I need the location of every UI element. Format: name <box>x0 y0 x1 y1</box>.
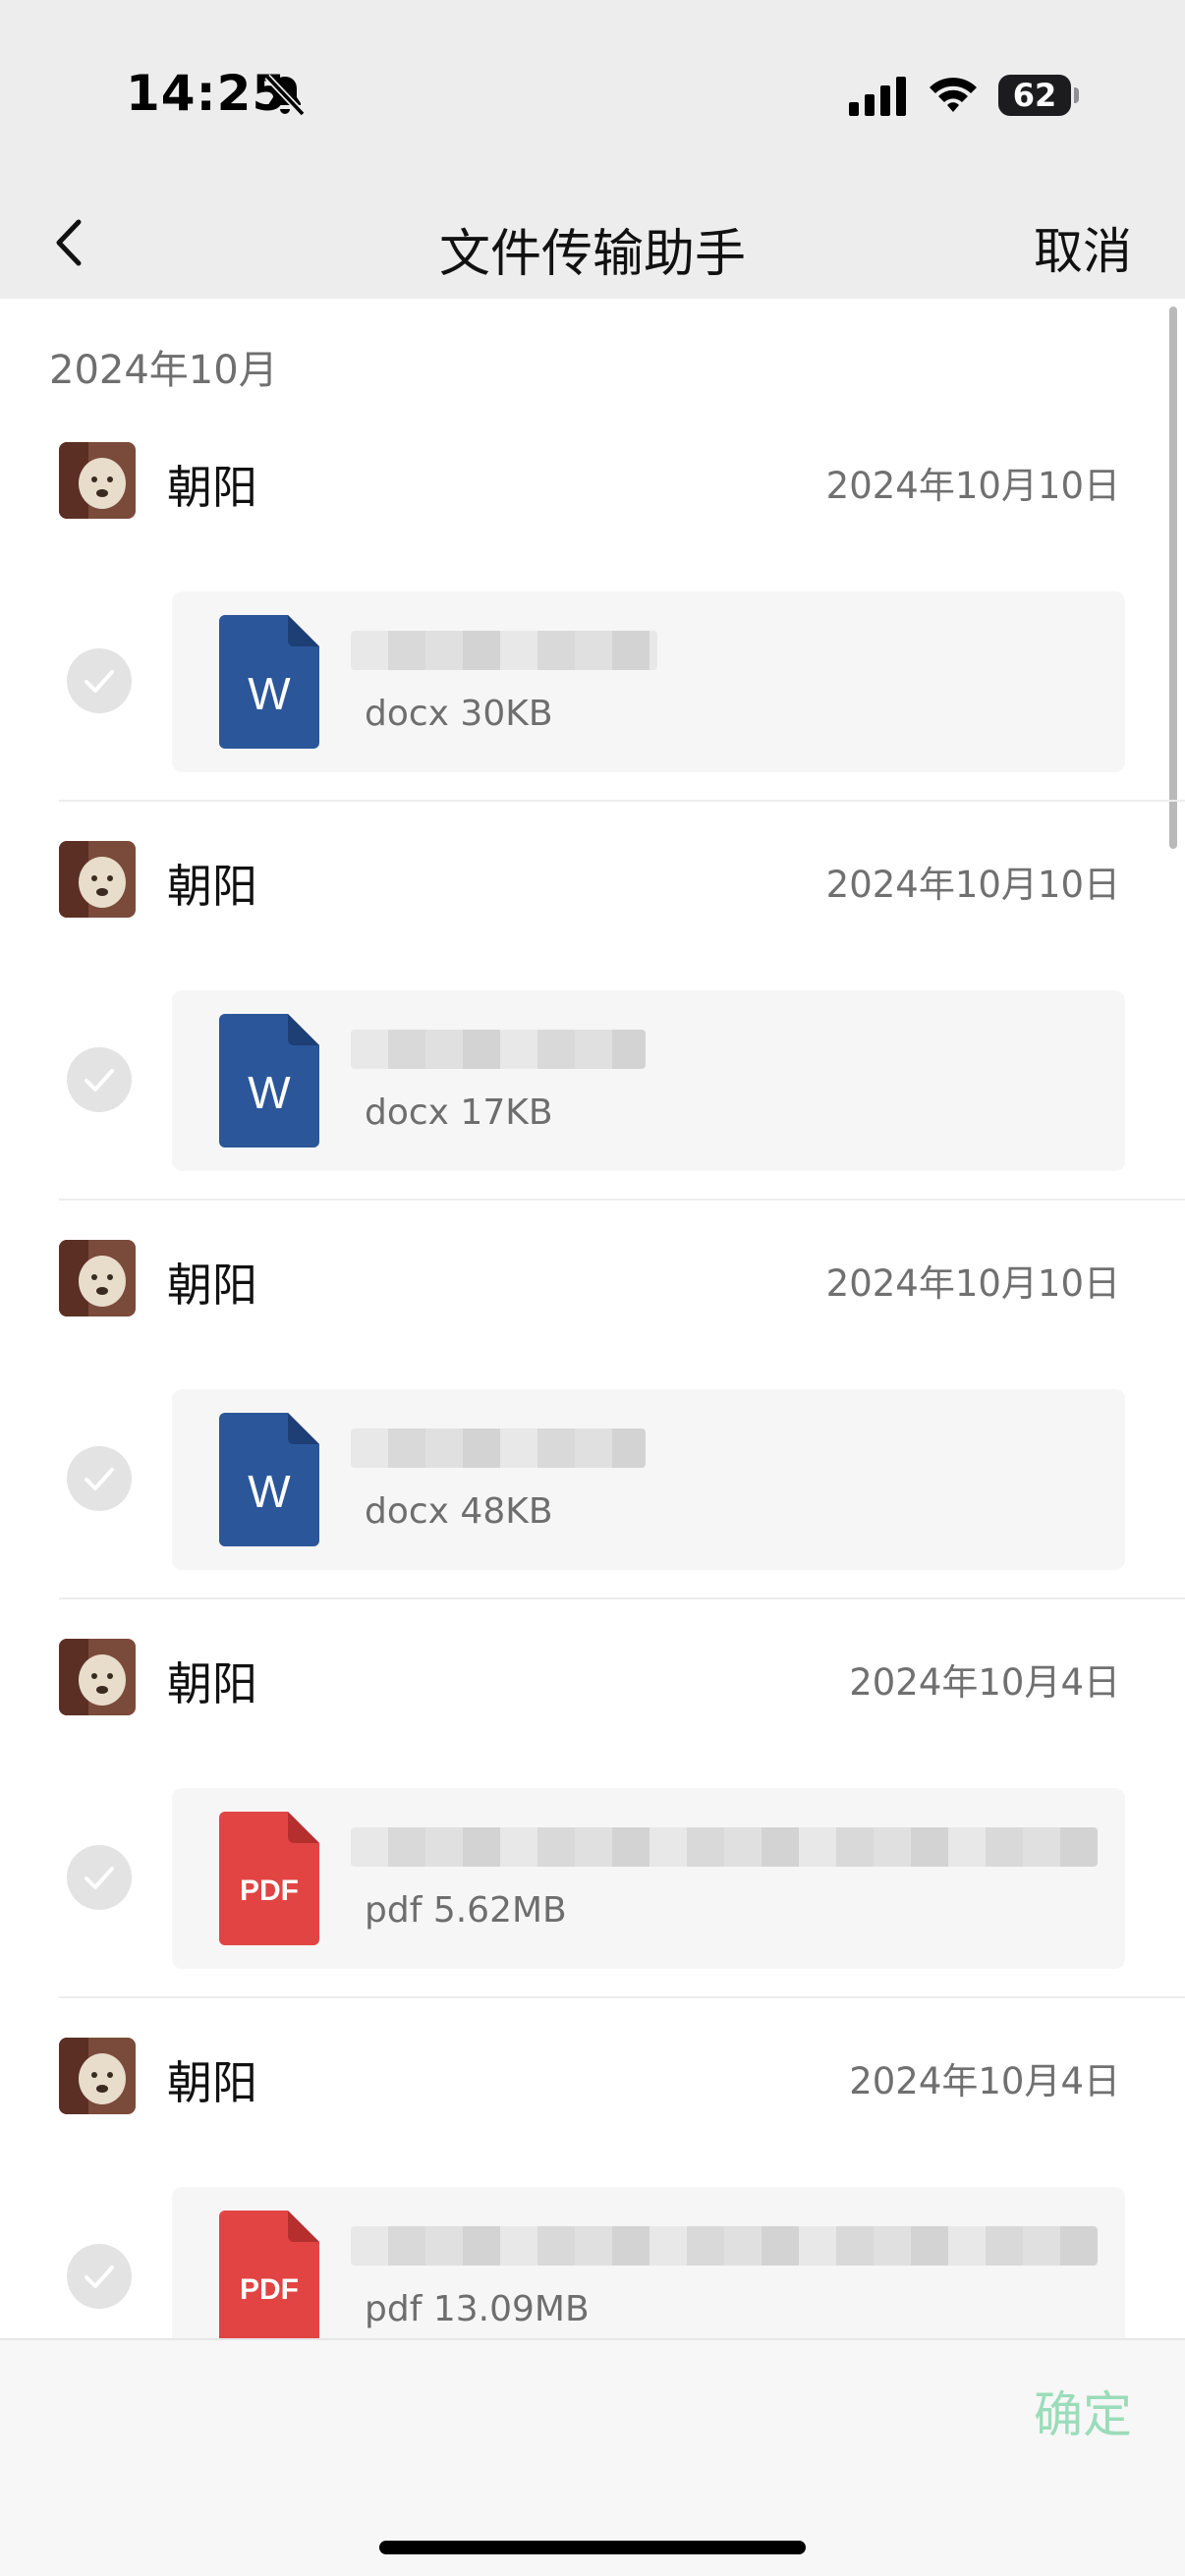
status-bar: 14:25 62 <box>0 0 1185 187</box>
check-icon <box>85 1069 114 1092</box>
file-meta: docx 30KB <box>365 694 553 734</box>
file-name-redacted <box>351 1428 646 1468</box>
pdf-file-icon: PDF <box>219 1812 319 1945</box>
month-header: 2024年10月 <box>49 348 278 393</box>
file-card[interactable]: PDF pdf 5.62MB <box>172 1788 1125 1969</box>
bottom-bar: 确定 <box>0 2338 1185 2576</box>
bell-muted-icon <box>264 74 306 117</box>
word-file-icon: W <box>219 1014 319 1148</box>
svg-text:PDF: PDF <box>240 2273 299 2306</box>
signal-icon <box>849 77 906 116</box>
file-meta: docx 48KB <box>365 1491 553 1532</box>
file-card[interactable]: W docx 48KB <box>172 1389 1125 1570</box>
select-checkbox[interactable] <box>67 1047 132 1112</box>
file-meta: pdf 13.09MB <box>365 2289 590 2329</box>
pdf-file-icon: PDF <box>219 2211 319 2338</box>
file-name-redacted <box>351 2226 1098 2266</box>
message-date: 2024年10月4日 <box>849 2060 1120 2102</box>
file-card[interactable]: PDF pdf 13.09MB <box>172 2187 1125 2338</box>
avatar <box>59 1240 136 1316</box>
confirm-button[interactable]: 确定 <box>1034 2376 1132 2446</box>
list-item[interactable]: 朝阳 2024年10月10日 W docx 30KB <box>0 403 1185 802</box>
svg-text:W: W <box>248 668 291 719</box>
select-checkbox[interactable] <box>67 648 132 713</box>
battery-icon: 62 <box>998 75 1079 116</box>
home-indicator[interactable] <box>379 2541 806 2554</box>
select-checkbox[interactable] <box>67 1845 132 1910</box>
check-icon <box>85 2266 114 2288</box>
cancel-button[interactable]: 取消 <box>1034 212 1132 283</box>
avatar <box>59 2038 136 2114</box>
battery-level: 62 <box>998 75 1071 116</box>
svg-text:W: W <box>248 1067 291 1118</box>
message-date: 2024年10月10日 <box>825 465 1120 507</box>
word-file-icon: W <box>219 1413 319 1546</box>
sender-name: 朝阳 <box>167 461 257 514</box>
svg-text:PDF: PDF <box>240 1875 299 1907</box>
message-date: 2024年10月10日 <box>825 864 1120 906</box>
file-card[interactable]: W docx 30KB <box>172 591 1125 772</box>
file-list[interactable]: 2024年10月 朝阳 2024年10月10日 W docx 30KB 朝阳 2… <box>0 299 1185 2338</box>
file-meta: docx 17KB <box>365 1092 553 1133</box>
sender-name: 朝阳 <box>167 2056 257 2109</box>
file-card[interactable]: W docx 17KB <box>172 990 1125 1171</box>
page-title: 文件传输助手 <box>438 225 746 284</box>
check-icon <box>85 1468 114 1490</box>
wifi-icon <box>930 78 977 112</box>
svg-text:W: W <box>248 1466 291 1517</box>
select-checkbox[interactable] <box>67 2244 132 2309</box>
avatar <box>59 1639 136 1715</box>
sender-name: 朝阳 <box>167 1657 257 1710</box>
select-checkbox[interactable] <box>67 1446 132 1511</box>
list-item[interactable]: 朝阳 2024年10月4日 PDF pdf 13.09MB <box>0 1998 1185 2338</box>
file-name-redacted <box>351 1827 1098 1867</box>
file-name-redacted <box>351 631 657 670</box>
nav-bar: 文件传输助手 取消 <box>0 187 1185 299</box>
word-file-icon: W <box>219 615 319 749</box>
avatar <box>59 841 136 918</box>
list-item[interactable]: 朝阳 2024年10月10日 W docx 17KB <box>0 802 1185 1201</box>
avatar <box>59 442 136 519</box>
message-date: 2024年10月4日 <box>849 1661 1120 1704</box>
sender-name: 朝阳 <box>167 860 257 913</box>
list-item[interactable]: 朝阳 2024年10月10日 W docx 48KB <box>0 1201 1185 1599</box>
check-icon <box>85 1867 114 1889</box>
check-icon <box>85 670 114 693</box>
list-item[interactable]: 朝阳 2024年10月4日 PDF pdf 5.62MB <box>0 1599 1185 1998</box>
file-meta: pdf 5.62MB <box>365 1890 567 1931</box>
sender-name: 朝阳 <box>167 1259 257 1312</box>
file-name-redacted <box>351 1030 646 1069</box>
message-date: 2024年10月10日 <box>825 1262 1120 1305</box>
